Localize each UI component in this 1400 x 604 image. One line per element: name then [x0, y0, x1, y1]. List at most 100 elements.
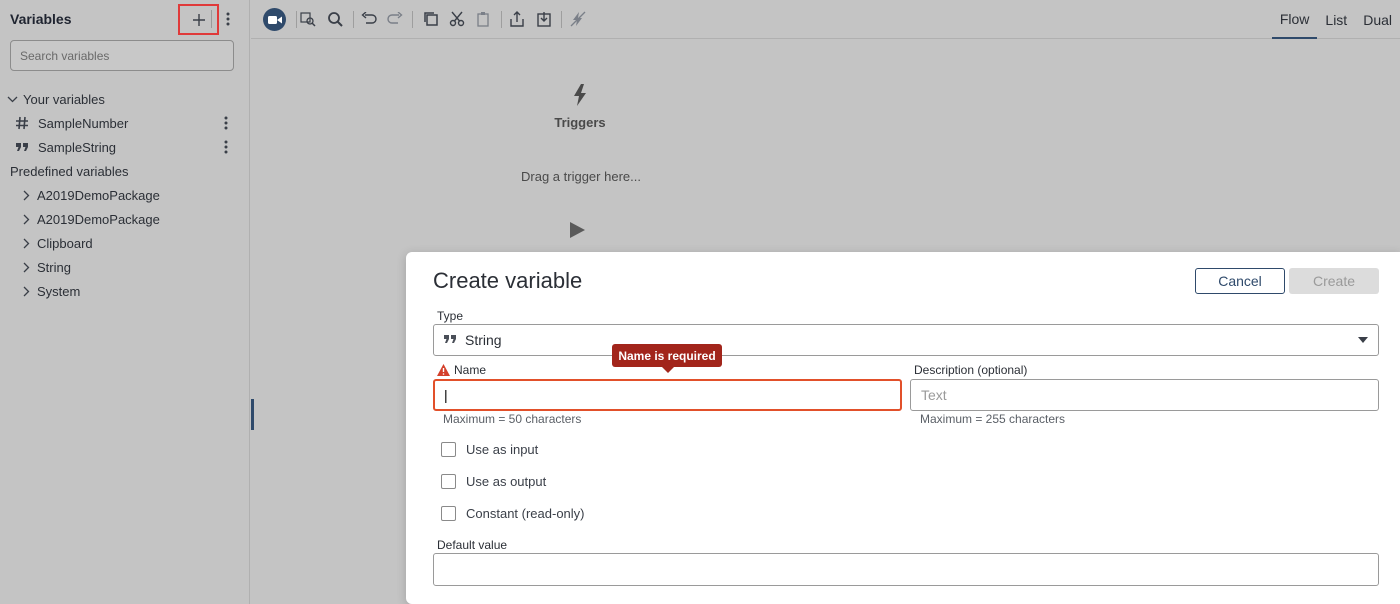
toolbar-divider	[296, 11, 297, 28]
variable-item-samplestring[interactable]: SampleString	[0, 135, 250, 159]
find-button[interactable]	[299, 10, 317, 28]
predefined-group-item[interactable]: String	[0, 255, 250, 279]
group-label: System	[37, 283, 81, 299]
record-button[interactable]	[263, 8, 286, 31]
tab-list[interactable]: List	[1317, 0, 1355, 39]
use-as-input-checkbox[interactable]	[441, 442, 456, 457]
disable-button[interactable]	[569, 10, 587, 28]
type-select[interactable]: String	[433, 324, 1379, 356]
default-value-input[interactable]	[433, 553, 1379, 586]
variable-name: SampleString	[38, 139, 117, 155]
name-hint: Maximum = 50 characters	[443, 412, 582, 426]
hash-icon	[14, 116, 30, 130]
cut-icon	[449, 11, 465, 27]
toolbar-divider	[412, 11, 413, 28]
add-variable-button[interactable]	[178, 4, 219, 35]
variables-sidebar: Variables Your variables SampleNumber	[0, 0, 250, 604]
cancel-button[interactable]: Cancel	[1195, 268, 1285, 294]
search-icon	[328, 12, 343, 27]
use-as-output-checkbox[interactable]	[441, 474, 456, 489]
triggers-label: Triggers	[554, 115, 606, 130]
sidebar-title: Variables	[10, 11, 72, 27]
name-input[interactable]	[433, 379, 902, 411]
sidebar-header: Variables	[0, 0, 249, 38]
group-label: A2019DemoPackage	[37, 211, 160, 227]
drag-trigger-dropzone[interactable]: Drag a trigger here...	[491, 169, 671, 184]
search-button[interactable]	[326, 10, 344, 28]
warning-icon	[437, 364, 450, 376]
toolbar-divider	[353, 11, 354, 28]
dialog-title: Create variable	[433, 268, 583, 293]
copy-icon	[424, 12, 438, 26]
kebab-icon	[224, 140, 228, 154]
variable-menu-button[interactable]	[220, 138, 232, 156]
import-button[interactable]	[535, 10, 553, 28]
record-icon	[267, 15, 282, 24]
copy-button[interactable]	[422, 10, 440, 28]
search-variables-input[interactable]	[10, 40, 234, 71]
chevron-right-icon	[20, 261, 32, 273]
find-icon	[300, 12, 316, 27]
plus-icon	[192, 13, 205, 26]
chevron-down-icon	[6, 93, 18, 105]
predefined-variables-heading: Predefined variables	[0, 159, 250, 183]
toolbar-divider	[561, 11, 562, 28]
constant-option[interactable]: Constant (read-only)	[441, 506, 585, 521]
group-label: String	[37, 259, 71, 275]
type-value: String	[465, 332, 502, 348]
create-variable-dialog: Create variable Cancel Create Type Strin…	[406, 252, 1400, 604]
your-variables-group[interactable]: Your variables	[0, 87, 250, 111]
disable-icon	[570, 11, 586, 27]
chevron-right-icon	[20, 285, 32, 297]
default-value-label: Default value	[437, 538, 508, 552]
variable-item-samplenumber[interactable]: SampleNumber	[0, 111, 250, 135]
panel-resize-handle[interactable]	[251, 399, 254, 430]
play-icon	[570, 222, 585, 238]
quote-icon	[14, 140, 30, 154]
redo-button[interactable]	[386, 10, 404, 28]
predefined-group-item[interactable]: System	[0, 279, 250, 303]
cut-button[interactable]	[448, 10, 466, 28]
tab-dual[interactable]: Dual	[1355, 0, 1400, 39]
kebab-icon	[224, 116, 228, 130]
group-label: Clipboard	[37, 235, 93, 251]
description-input[interactable]	[910, 379, 1379, 411]
name-label-row: Name	[437, 363, 486, 377]
undo-icon	[361, 12, 377, 24]
variable-menu-button[interactable]	[220, 114, 232, 132]
use-as-output-option[interactable]: Use as output	[441, 474, 546, 489]
description-label: Description (optional)	[914, 363, 1028, 377]
undo-button[interactable]	[360, 10, 378, 28]
editor-toolbar: Flow List Dual	[251, 0, 1400, 39]
use-as-input-option[interactable]: Use as input	[441, 442, 538, 457]
checkbox-label: Use as input	[466, 442, 539, 457]
constant-checkbox[interactable]	[441, 506, 456, 521]
view-tabs: Flow List Dual	[1271, 0, 1400, 39]
quote-icon	[442, 332, 458, 348]
name-label: Name	[454, 363, 487, 377]
import-icon	[537, 12, 551, 27]
predefined-group-item[interactable]: A2019DemoPackage	[0, 183, 250, 207]
predefined-group-item[interactable]: Clipboard	[0, 231, 250, 255]
predefined-group-item[interactable]: A2019DemoPackage	[0, 207, 250, 231]
toolbar-divider	[501, 11, 502, 28]
kebab-icon	[226, 12, 230, 26]
description-hint: Maximum = 255 characters	[920, 412, 1066, 426]
redo-icon	[387, 12, 403, 24]
caret-down-icon	[1358, 337, 1368, 343]
paste-icon	[477, 12, 489, 27]
export-icon	[510, 11, 524, 27]
tab-flow[interactable]: Flow	[1271, 0, 1318, 39]
chevron-right-icon	[20, 213, 32, 225]
sidebar-menu-button[interactable]	[222, 10, 234, 28]
triggers-section: Triggers	[505, 84, 655, 130]
checkbox-label: Use as output	[466, 474, 547, 489]
lightning-icon	[574, 84, 586, 106]
type-label: Type	[437, 309, 464, 323]
export-button[interactable]	[508, 10, 526, 28]
chevron-right-icon	[20, 189, 32, 201]
name-error-tooltip: Name is required	[612, 344, 722, 373]
variables-tree: Your variables SampleNumber SampleString…	[0, 87, 250, 303]
create-button[interactable]: Create	[1289, 268, 1379, 294]
paste-button[interactable]	[474, 10, 492, 28]
